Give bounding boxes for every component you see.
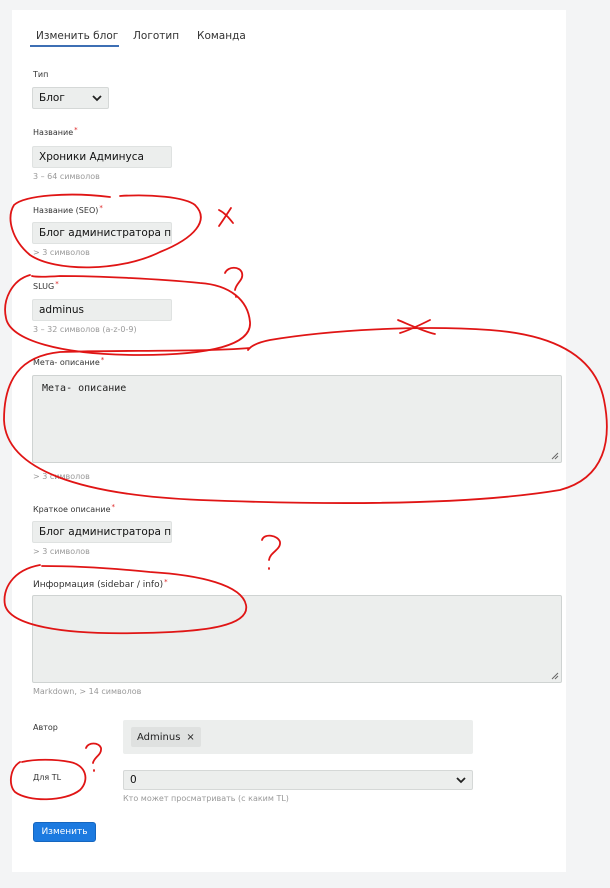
seo-name-input[interactable]: Блог администратора проекта	[32, 222, 172, 244]
author-label: Автор	[33, 723, 58, 732]
slug-hint: 3 – 32 символов (a-z-0-9)	[33, 325, 137, 334]
seo-name-label: Название (SEO)*	[33, 204, 103, 215]
remove-chip-icon[interactable]: ×	[186, 732, 194, 743]
meta-textarea-value: Мета- описание	[42, 383, 127, 394]
meta-hint: > 3 символов	[33, 472, 90, 481]
resize-grip-icon[interactable]	[551, 452, 559, 460]
seo-name-hint: > 3 символов	[33, 248, 90, 257]
chevron-down-icon	[456, 776, 466, 783]
author-chip: Adminus ×	[131, 727, 201, 747]
tab-team[interactable]: Команда	[197, 30, 246, 42]
meta-textarea[interactable]: Мета- описание	[32, 375, 562, 463]
short-desc-hint: > 3 символов	[33, 547, 90, 556]
short-desc-input[interactable]: Блог администратора проекта	[32, 521, 172, 543]
resize-grip-icon[interactable]	[551, 672, 559, 680]
slug-label: SLUG*	[33, 280, 59, 291]
type-select-value: Блог	[39, 92, 65, 104]
name-input[interactable]: Хроники Админуса	[32, 146, 172, 168]
tl-select[interactable]: 0	[123, 770, 473, 790]
type-label: Тип	[33, 70, 49, 79]
type-select[interactable]: Блог	[32, 87, 109, 109]
submit-button[interactable]: Изменить	[33, 822, 96, 842]
tl-hint: Кто может просматривать (с каким TL)	[123, 794, 289, 803]
tab-edit-blog[interactable]: Изменить блог	[36, 30, 118, 42]
info-label: Информация (sidebar / info)*	[33, 578, 168, 590]
author-chip-label: Adminus	[137, 731, 181, 743]
slug-input[interactable]: adminus	[32, 299, 172, 321]
tl-select-value: 0	[130, 774, 137, 786]
tl-label: Для TL	[33, 773, 62, 782]
tab-logo[interactable]: Логотип	[133, 30, 179, 42]
info-textarea[interactable]	[32, 595, 562, 683]
name-label: Название*	[33, 126, 78, 137]
meta-label: Мета- описание*	[33, 356, 105, 367]
chevron-down-icon	[92, 94, 102, 101]
active-tab-indicator	[30, 45, 119, 47]
short-desc-label: Краткое описание*	[33, 503, 115, 514]
name-hint: 3 – 64 символов	[33, 172, 100, 181]
info-hint: Markdown, > 14 символов	[33, 687, 142, 696]
